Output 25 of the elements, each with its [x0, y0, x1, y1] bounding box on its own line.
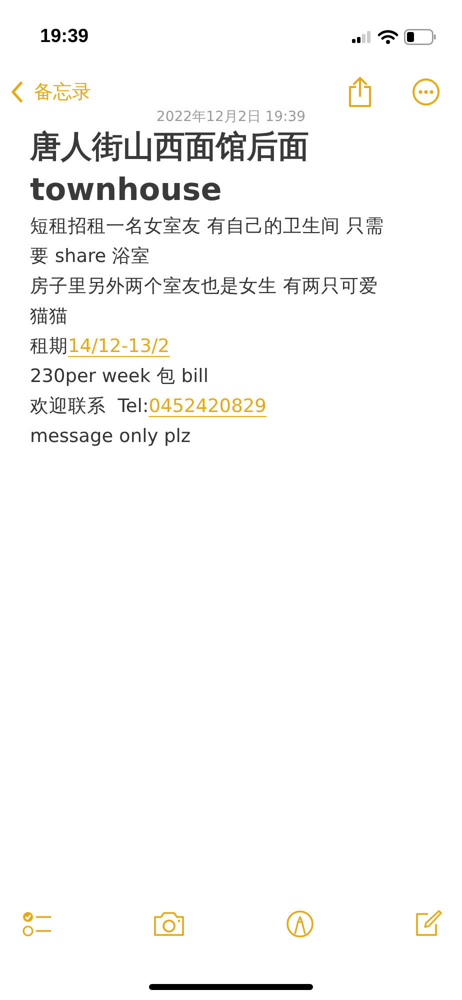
note-date: 2022年12月2日 19:39	[155, 108, 307, 126]
camera-icon[interactable]	[152, 911, 186, 937]
note-title: 唐人街山西面馆后面	[30, 128, 310, 167]
share-icon[interactable]	[348, 76, 372, 108]
note-line: 要 share 浴室	[30, 245, 152, 269]
note-line: 欢迎联系 Tel:0452420829	[30, 395, 268, 419]
wifi-icon	[378, 30, 398, 44]
note-line: 短租招租一名女室友 有自己的卫生间 只需	[30, 215, 385, 239]
status-time: 19:39	[40, 26, 89, 48]
battery-icon	[404, 29, 436, 45]
compose-icon[interactable]	[414, 910, 442, 938]
note-line: 猫猫	[30, 305, 69, 329]
more-icon[interactable]	[412, 78, 440, 106]
note-line: message only plz	[30, 425, 192, 449]
signal-icon	[352, 31, 372, 43]
link[interactable]: 0452420829	[148, 396, 266, 417]
pen-icon[interactable]	[286, 910, 314, 938]
back-button[interactable]: 备忘录	[10, 79, 91, 105]
note-line: 230per week 包 bill	[30, 365, 210, 389]
note-line: 房子里另外两个室友也是女生 有两只可爱	[30, 275, 379, 299]
note-line: 租期 14/12-13/2	[30, 335, 171, 359]
chevron-left-icon	[10, 81, 24, 103]
checklist-icon[interactable]	[22, 911, 52, 937]
link[interactable]: 14/12-13/2	[68, 336, 170, 357]
note-title: townhouse	[30, 171, 223, 210]
